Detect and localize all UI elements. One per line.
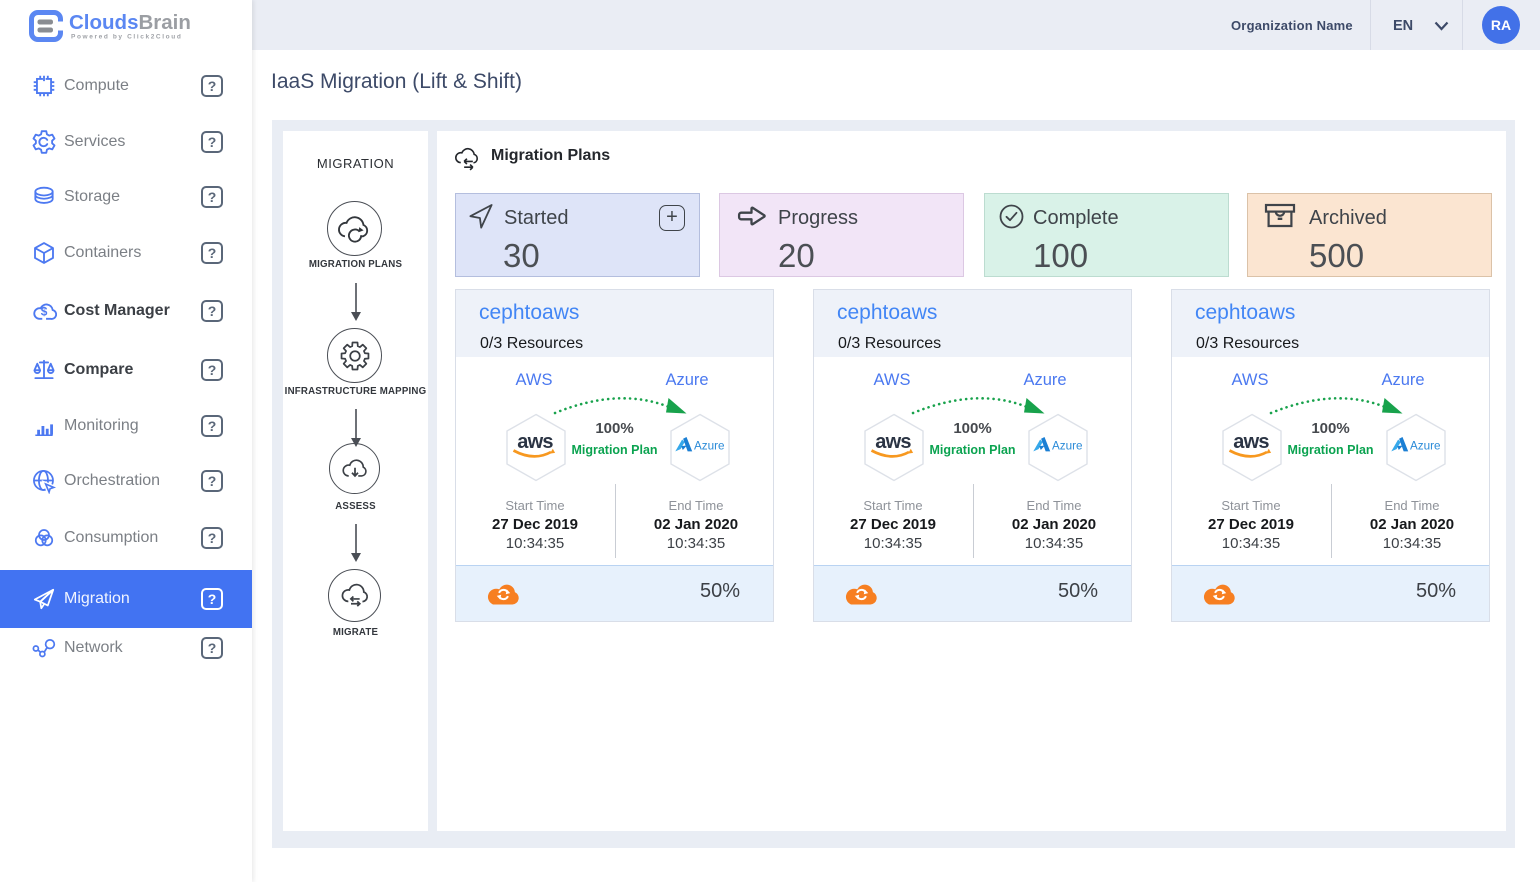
svg-text:aws: aws [875,431,911,453]
svg-text:aws: aws [1233,431,1269,453]
svg-text:aws: aws [517,431,553,453]
svg-text:Azure: Azure [694,440,725,453]
svg-text:Azure: Azure [1052,440,1083,453]
svg-text:Azure: Azure [1410,440,1441,453]
svg-text:$: $ [41,305,48,319]
